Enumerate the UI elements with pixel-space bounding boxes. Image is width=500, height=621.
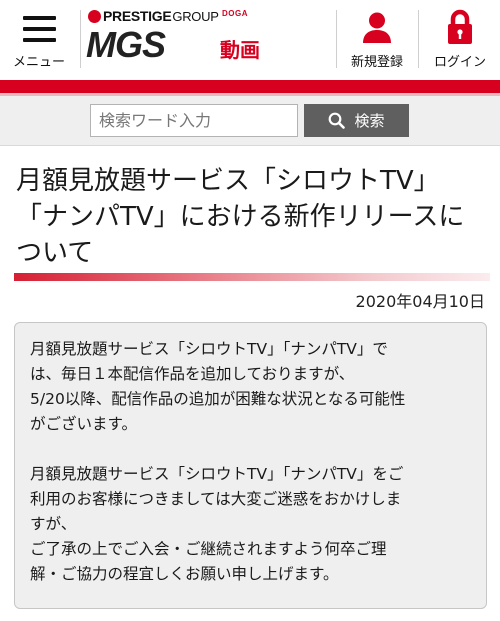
search-bar: 検索	[0, 96, 500, 146]
notice-line: 月額見放題サービス「シロウトTV」「ナンパTV」をご	[30, 465, 404, 483]
notice-line: は、毎日１本配信作品を追加しておりますが、	[30, 365, 355, 383]
notice-box: 月額見放題サービス「シロウトTV」「ナンパTV」で は、毎日１本配信作品を追加し…	[14, 322, 487, 609]
logo-mgs-text: MGS	[86, 24, 166, 65]
search-input[interactable]	[90, 104, 298, 137]
logo-doga-text: 動画	[220, 38, 260, 62]
search-button[interactable]: 検索	[304, 104, 409, 137]
user-icon	[363, 12, 391, 43]
notice-line: すが、	[30, 515, 77, 533]
header-divider	[80, 10, 81, 68]
logo-mgs: MGS	[86, 24, 166, 66]
register-label: 新規登録	[350, 55, 403, 70]
article-title-line: 月額見放題サービス「シロウトTV」	[16, 166, 440, 196]
notice-line: 利用のお客様につきましては大変ご迷惑をおかけしま	[30, 490, 402, 508]
article-title-line: 「ナンパTV」における新作リリースに	[16, 202, 465, 232]
site-logo[interactable]: PRESTIGEGROUP MGS DOGA 動画	[86, 8, 276, 68]
notice-line: がございます。	[30, 415, 137, 433]
article-title-line: ついて	[16, 238, 94, 268]
notice-line: 月額見放題サービス「シロウトTV」「ナンパTV」で	[30, 340, 388, 358]
notice-line: 5/20以降、配信作品の追加が困難な状況となる可能性	[30, 390, 406, 408]
notice-paragraph: 月額見放題サービス「シロウトTV」「ナンパTV」で は、毎日１本配信作品を追加し…	[30, 337, 472, 437]
logo-doga-romaji: DOGA	[222, 9, 248, 18]
header-accent-bar	[0, 80, 500, 93]
notice-line: ご了承の上でご入会・ご継続されますよう何卒ご理	[30, 540, 387, 558]
menu-button[interactable]: メニュー	[0, 0, 78, 80]
logo-prestige-text: PRESTIGE	[103, 8, 172, 24]
login-button[interactable]: ログイン	[420, 0, 500, 80]
login-label: ログイン	[433, 55, 486, 70]
site-header: メニュー PRESTIGEGROUP MGS DOGA 動画 新規登録 ログイン	[0, 0, 500, 80]
notice-paragraph: 月額見放題サービス「シロウトTV」「ナンパTV」をご 利用のお客様につきましては…	[30, 462, 472, 587]
prestige-badge-icon	[88, 10, 101, 23]
register-button[interactable]: 新規登録	[338, 0, 416, 80]
article-date: 2020年04月10日	[355, 292, 485, 311]
notice-line: 解・ご協力の程宜しくお願い申し上げます。	[30, 565, 339, 583]
hamburger-icon	[23, 16, 56, 42]
title-underline	[14, 273, 490, 281]
magnifier-icon	[329, 112, 346, 129]
logo-group-text: GROUP	[172, 9, 219, 24]
lock-icon	[448, 9, 472, 44]
menu-label: メニュー	[12, 55, 65, 70]
article-title: 月額見放題サービス「シロウトTV」 「ナンパTV」における新作リリースに ついて	[16, 163, 492, 271]
header-divider	[336, 10, 337, 68]
search-button-label: 検索	[354, 112, 385, 130]
header-divider	[418, 10, 419, 68]
